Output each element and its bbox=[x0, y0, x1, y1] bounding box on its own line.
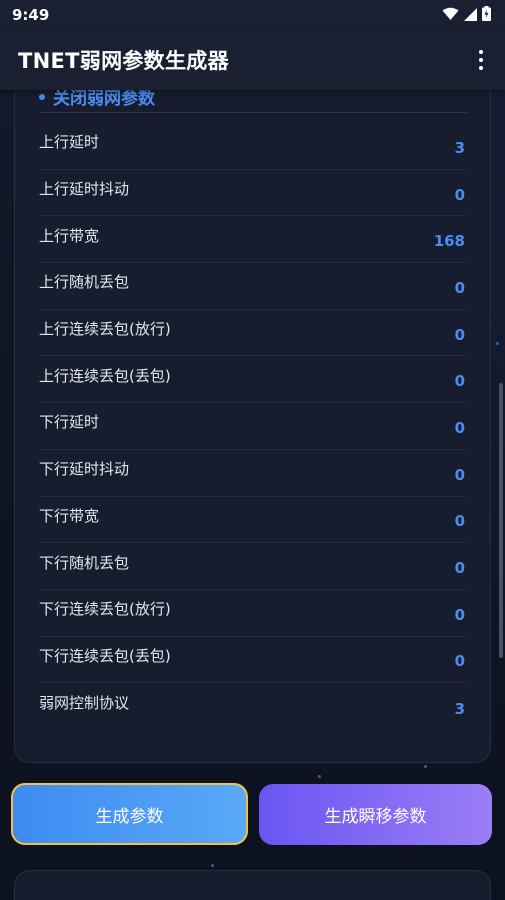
param-row: 下行延时抖动 0 bbox=[39, 450, 467, 497]
param-row: 上行延时抖动 0 bbox=[39, 170, 467, 217]
param-value: 0 bbox=[454, 605, 465, 624]
param-row: 上行延时 3 bbox=[39, 123, 467, 170]
generate-migrate-params-button[interactable]: 生成瞬移参数 bbox=[259, 784, 492, 845]
param-row: 下行带宽 0 bbox=[39, 497, 467, 544]
param-label: 下行连续丢包(放行) bbox=[39, 600, 171, 619]
background-star bbox=[424, 765, 427, 768]
param-row: 上行连续丢包(放行) 0 bbox=[39, 310, 467, 357]
param-value: 0 bbox=[454, 512, 465, 531]
param-value: 0 bbox=[454, 465, 465, 484]
param-label: 上行随机丢包 bbox=[39, 273, 130, 292]
param-value: 0 bbox=[454, 325, 465, 344]
param-label: 下行连续丢包(丢包) bbox=[39, 646, 171, 665]
app-title: TNET弱网参数生成器 bbox=[18, 49, 229, 73]
param-value: 0 bbox=[454, 652, 465, 671]
param-row: 下行随机丢包 0 bbox=[39, 543, 467, 590]
scrollbar[interactable] bbox=[499, 383, 503, 658]
param-row: 下行延时 0 bbox=[39, 403, 467, 450]
param-value: 168 bbox=[433, 232, 465, 251]
param-row: 下行连续丢包(放行) 0 bbox=[39, 590, 467, 637]
status-time: 9:49 bbox=[12, 6, 50, 24]
param-row: 下行连续丢包(丢包) 0 bbox=[39, 637, 467, 684]
param-value: 0 bbox=[454, 372, 465, 391]
status-bar: 9:49 bbox=[0, 0, 505, 30]
background-star bbox=[211, 864, 214, 867]
param-row: 弱网控制协议 3 bbox=[39, 683, 467, 730]
param-row: 上行随机丢包 0 bbox=[39, 263, 467, 310]
param-value: 3 bbox=[454, 699, 465, 718]
param-label: 下行延时 bbox=[39, 413, 100, 432]
param-label: 上行连续丢包(丢包) bbox=[39, 366, 171, 385]
param-label: 上行带宽 bbox=[39, 226, 100, 245]
param-label: 弱网控制协议 bbox=[39, 694, 130, 713]
param-row: 上行带宽 168 bbox=[39, 216, 467, 264]
param-row: 上行连续丢包(丢包) 0 bbox=[39, 356, 467, 404]
params-card: 关闭弱网参数 上行延时 3 上行延时抖动 0 上行带宽 168 上行随机丢包 0 上行连… bbox=[14, 60, 491, 763]
generate-params-button[interactable]: 生成参数 bbox=[11, 783, 248, 845]
section-bullet-icon bbox=[39, 93, 45, 100]
more-vert-icon[interactable] bbox=[471, 46, 491, 74]
result-card bbox=[14, 870, 491, 900]
background-star bbox=[496, 342, 499, 345]
param-label: 上行延时抖动 bbox=[39, 180, 130, 199]
param-list: 上行延时 3 上行延时抖动 0 上行带宽 168 上行随机丢包 0 上行连续丢包(放行)… bbox=[39, 123, 467, 730]
param-label: 上行连续丢包(放行) bbox=[39, 320, 171, 339]
param-label: 上行延时 bbox=[39, 133, 100, 152]
signal-icon bbox=[464, 6, 477, 25]
param-label: 下行带宽 bbox=[39, 506, 100, 525]
param-label: 下行随机丢包 bbox=[39, 553, 130, 572]
param-value: 0 bbox=[454, 559, 465, 578]
param-value: 0 bbox=[454, 278, 465, 297]
wifi-icon bbox=[442, 6, 459, 25]
battery-icon bbox=[482, 5, 491, 25]
param-value: 0 bbox=[454, 185, 465, 204]
param-label: 下行延时抖动 bbox=[39, 460, 130, 479]
background-star bbox=[318, 775, 321, 778]
param-value: 0 bbox=[454, 418, 465, 437]
app-bar: TNET弱网参数生成器 bbox=[0, 30, 505, 90]
status-icons bbox=[442, 5, 491, 25]
param-value: 3 bbox=[454, 138, 465, 157]
